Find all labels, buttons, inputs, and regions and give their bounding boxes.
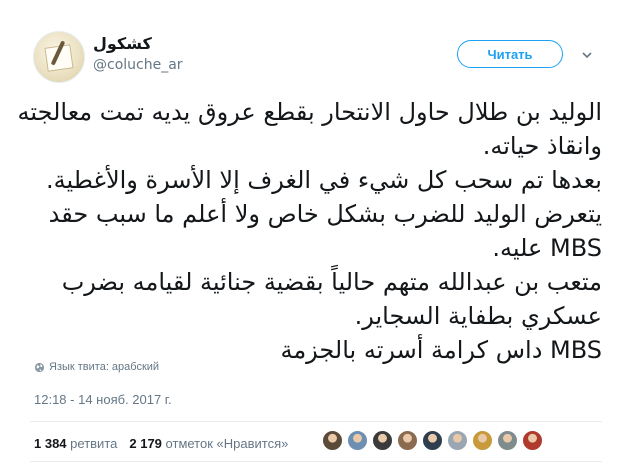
liker-avatar[interactable] [422, 430, 443, 451]
retweets-stat[interactable]: 1 384 ретвита [34, 436, 117, 451]
tweet-stats: 1 384 ретвита 2 179 отметок «Нравится» [34, 436, 288, 451]
liker-avatar[interactable] [347, 430, 368, 451]
author-name[interactable]: كشكول [93, 34, 152, 53]
retweets-label: ретвита [70, 436, 118, 451]
likes-count: 2 179 [129, 436, 162, 451]
liker-avatar[interactable] [447, 430, 468, 451]
tweet-line: بعدها تم سحب كل شيء في الغرف إلا الأسرة … [45, 166, 602, 194]
liker-avatar[interactable] [397, 430, 418, 451]
liker-avatar[interactable] [497, 430, 518, 451]
tweet-timestamp[interactable]: 12:18 - 14 нояб. 2017 г. [34, 392, 172, 407]
divider [30, 461, 602, 462]
tweet-line: وانقاذ حياته. [482, 132, 602, 160]
tweet-language-note[interactable]: Язык твита: арабский [34, 361, 159, 373]
tweet-line: عسكري بطفاية السجاير. [354, 302, 602, 330]
tweet-line: يتعرض الوليد للضرب بشكل خاص ولا أعلم ما … [48, 200, 602, 228]
author-handle[interactable]: @coluche_ar [93, 57, 183, 73]
liker-avatar[interactable] [372, 430, 393, 451]
globe-icon [34, 362, 45, 372]
chevron-down-icon[interactable] [582, 50, 592, 60]
avatar[interactable] [33, 31, 85, 83]
tweet-line: الوليد بن طلال حاول الانتحار بقطع عروق ي… [17, 98, 602, 126]
follow-button[interactable]: Читать [457, 40, 563, 68]
divider [30, 421, 602, 422]
liker-avatars [322, 430, 543, 451]
likes-stat[interactable]: 2 179 отметок «Нравится» [129, 436, 288, 451]
tweet-text: الوليد بن طلال حاول الانتحار بقطع عروق ي… [17, 95, 602, 367]
tweet-line: متعب بن عبدالله متهم حالياً بقضية جنائية… [61, 268, 602, 296]
language-label: Язык твита: арабский [49, 361, 160, 373]
liker-avatar[interactable] [322, 430, 343, 451]
liker-avatar[interactable] [472, 430, 493, 451]
likes-label: отметок «Нравится» [165, 436, 289, 451]
tweet-line: MBS عليه. [492, 234, 602, 262]
liker-avatar[interactable] [522, 430, 543, 451]
retweets-count: 1 384 [34, 436, 67, 451]
